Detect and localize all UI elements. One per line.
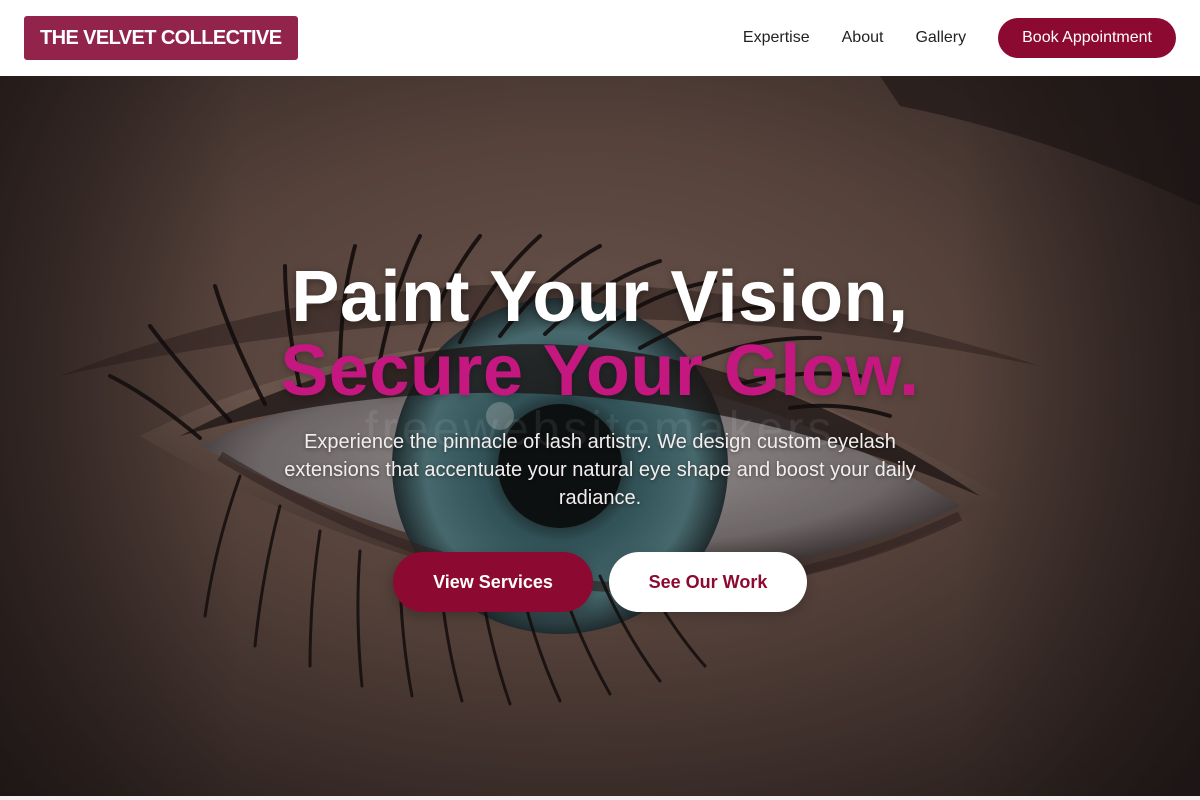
main-nav: Expertise About Gallery Book Appointment: [743, 18, 1176, 58]
brand-logo[interactable]: THE VELVET COLLECTIVE: [24, 16, 298, 60]
next-section-edge: [0, 796, 1200, 800]
view-services-button[interactable]: View Services: [393, 552, 593, 612]
nav-link-about[interactable]: About: [842, 29, 884, 47]
nav-link-expertise[interactable]: Expertise: [743, 29, 810, 47]
hero-actions: View Services See Our Work: [0, 552, 1200, 612]
hero-content: freewebsitemakers Paint Your Vision, Sec…: [0, 76, 1200, 796]
hero-title: Paint Your Vision, Secure Your Glow.: [0, 260, 1200, 408]
hero-subtitle: Experience the pinnacle of lash artistry…: [284, 431, 916, 509]
hero-section: freewebsitemakers Paint Your Vision, Sec…: [0, 76, 1200, 796]
see-our-work-button[interactable]: See Our Work: [609, 552, 807, 612]
nav-link-gallery[interactable]: Gallery: [915, 29, 966, 47]
site-header: THE VELVET COLLECTIVE Expertise About Ga…: [0, 0, 1200, 76]
book-appointment-button[interactable]: Book Appointment: [998, 18, 1176, 58]
hero-title-line-1: Paint Your Vision,: [291, 257, 909, 337]
hero-title-line-2: Secure Your Glow.: [280, 331, 920, 411]
